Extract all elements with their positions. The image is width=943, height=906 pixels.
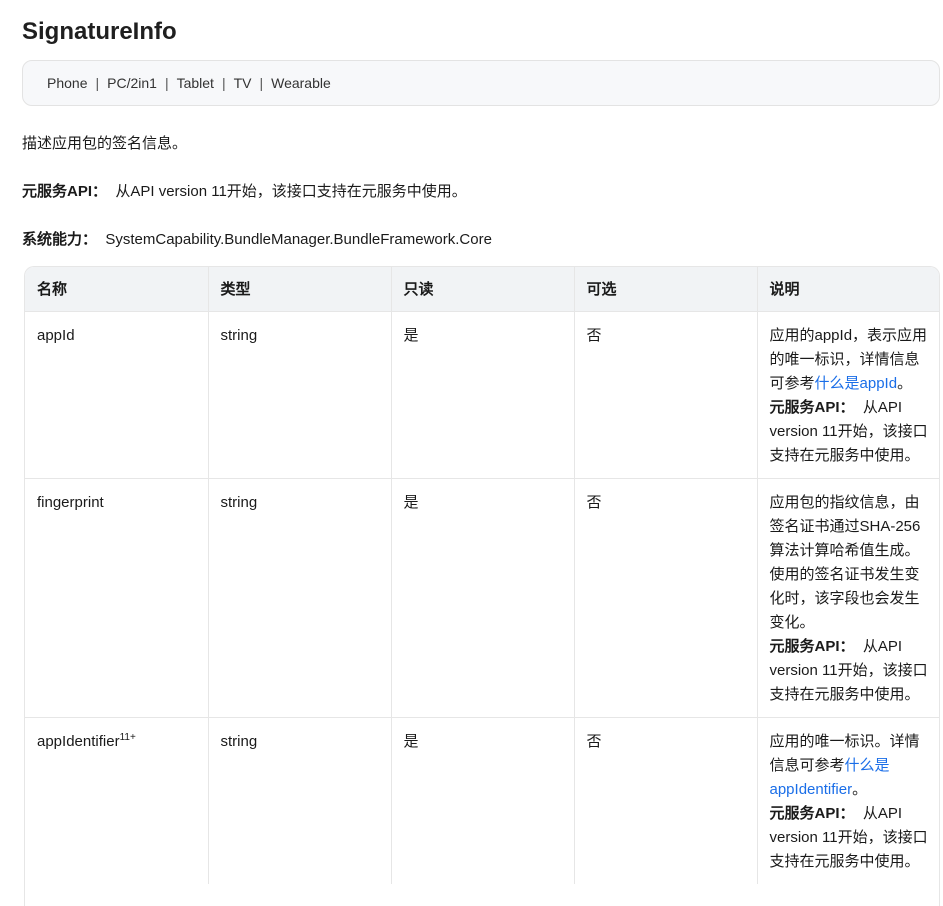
separator: | xyxy=(221,75,226,91)
separator: | xyxy=(164,75,169,91)
properties-table-container: 名称 类型 只读 可选 说明 appId string 是 否 应用的appId… xyxy=(24,266,940,906)
device-wearable: Wearable xyxy=(271,75,331,91)
cell-name: fingerprint xyxy=(25,477,209,717)
prop-name: appIdentifier xyxy=(37,732,120,750)
desc-text: 应用包的指纹信息，由签名证书通过SHA-256算法计算哈希值生成。使用的签名证书… xyxy=(769,493,921,631)
device-phone: Phone xyxy=(47,75,88,91)
meta-service-label: 元服务API： xyxy=(769,637,855,655)
table-row: appIdentifier11+ string 是 否 应用的唯一标识。详情信息… xyxy=(25,716,939,884)
cell-readonly: 是 xyxy=(391,310,575,478)
syscap-label: 系统能力： xyxy=(22,231,98,248)
desc-end: 。 xyxy=(852,780,868,798)
separator: | xyxy=(259,75,264,91)
cell-readonly: 是 xyxy=(391,477,575,717)
cell-description: 应用包的指纹信息，由签名证书通过SHA-256算法计算哈希值生成。使用的签名证书… xyxy=(757,477,939,717)
cell-name: appIdentifier11+ xyxy=(25,716,209,884)
version-sup: 11+ xyxy=(119,731,136,743)
cell-type: string xyxy=(208,716,392,884)
table-row: appId string 是 否 应用的appId，表示应用的唯一标识，详情信息… xyxy=(25,310,939,478)
description: 描述应用包的签名信息。 xyxy=(22,135,188,152)
page-title: SignatureInfo xyxy=(22,18,177,45)
meta-service-label: 元服务API： xyxy=(769,398,855,416)
header-optional: 可选 xyxy=(574,267,758,311)
desc-end: 。 xyxy=(897,374,913,392)
cell-name: appId xyxy=(25,310,209,478)
cell-readonly: 是 xyxy=(391,716,575,884)
properties-table: 名称 类型 只读 可选 说明 appId string 是 否 应用的appId… xyxy=(25,267,939,884)
prop-name: appId xyxy=(37,326,75,344)
header-name: 名称 xyxy=(25,267,209,311)
appid-doc-link[interactable]: 什么是appId xyxy=(815,375,898,392)
separator: | xyxy=(95,75,100,91)
header-type: 类型 xyxy=(208,267,392,311)
syscap-text: SystemCapability.BundleManager.BundleFra… xyxy=(105,231,492,248)
cell-description: 应用的appId，表示应用的唯一标识，详情信息可参考什么是appId。 元服务AP… xyxy=(757,310,939,478)
syscap-note: 系统能力： SystemCapability.BundleManager.Bun… xyxy=(22,229,492,251)
prop-name: fingerprint xyxy=(37,493,104,511)
cell-optional: 否 xyxy=(574,477,758,717)
header-description: 说明 xyxy=(757,267,939,311)
meta-service-note: 元服务API： 从API version 11开始，该接口支持在元服务中使用。 xyxy=(22,181,467,203)
cell-optional: 否 xyxy=(574,716,758,884)
device-tablet: Tablet xyxy=(176,75,214,91)
meta-service-label: 元服务API： xyxy=(769,804,855,822)
device-tv: TV xyxy=(233,75,252,91)
meta-service-text: 从API version 11开始，该接口支持在元服务中使用。 xyxy=(115,183,467,200)
table-header-row: 名称 类型 只读 可选 说明 xyxy=(25,267,939,311)
header-readonly: 只读 xyxy=(391,267,575,311)
table-row: fingerprint string 是 否 应用包的指纹信息，由签名证书通过S… xyxy=(25,477,939,717)
cell-description: 应用的唯一标识。详情信息可参考什么是appIdentifier。 元服务API： … xyxy=(757,716,939,884)
cell-optional: 否 xyxy=(574,310,758,478)
device-support-bar: Phone | PC/2in1 | Tablet | TV | Wearable xyxy=(22,60,940,106)
cell-type: string xyxy=(208,477,392,717)
cell-type: string xyxy=(208,310,392,478)
meta-service-label: 元服务API： xyxy=(22,183,108,200)
device-pc: PC/2in1 xyxy=(107,75,157,91)
